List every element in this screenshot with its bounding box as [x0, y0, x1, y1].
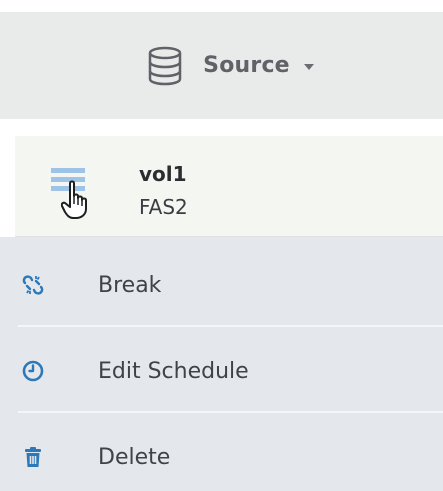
- volume-row[interactable]: vol1 FAS2: [15, 136, 443, 237]
- source-header-label: Source: [203, 53, 290, 78]
- caret-down-icon[interactable]: [303, 64, 314, 70]
- volume-cluster: FAS2: [139, 195, 188, 219]
- menu-label-edit-schedule: Edit Schedule: [98, 358, 249, 384]
- clock-icon: [22, 360, 44, 382]
- source-panel: Source vol1 FAS2 Break Edit Schedule Del…: [0, 0, 443, 491]
- row-icon-group[interactable]: [51, 162, 93, 224]
- source-column-header[interactable]: Source: [0, 12, 443, 119]
- source-header-content[interactable]: Source: [147, 46, 314, 86]
- menu-item-edit-schedule[interactable]: Edit Schedule: [0, 331, 443, 411]
- broken-link-icon: [22, 275, 44, 295]
- menu-divider: [18, 325, 443, 327]
- menu-divider: [18, 411, 443, 413]
- menu-label-break: Break: [98, 272, 162, 298]
- menu-item-delete[interactable]: Delete: [0, 417, 443, 491]
- context-menu: Break Edit Schedule Delete: [0, 237, 443, 491]
- volume-name: vol1: [139, 162, 187, 186]
- menu-item-break[interactable]: Break: [0, 245, 443, 325]
- menu-label-delete: Delete: [98, 444, 171, 470]
- row-gutter: [0, 136, 15, 236]
- hand-pointer-icon: [61, 180, 87, 219]
- trash-icon: [25, 447, 41, 467]
- database-icon: [148, 46, 182, 85]
